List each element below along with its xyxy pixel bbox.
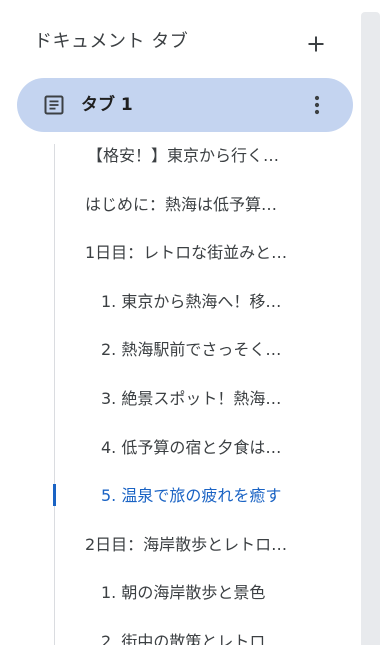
panel-title: ドキュメント タブ <box>34 31 189 52</box>
tab-item-selected[interactable]: タブ 1 <box>17 78 353 132</box>
scrollbar-thumb[interactable] <box>361 12 380 645</box>
outline-heading[interactable]: 4. 低予算の宿と夕食は… <box>101 432 281 464</box>
outline-heading[interactable]: 2日目：海岸散歩とレトロ… <box>85 529 287 561</box>
outline-guide-line <box>54 144 55 645</box>
add-tab-button[interactable] <box>300 28 332 60</box>
active-heading-marker <box>53 484 56 506</box>
outline-heading[interactable]: 2. 熱海駅前でさっそく… <box>101 334 281 366</box>
outline-heading[interactable]: 3. 絶景スポット！熱海… <box>101 383 281 415</box>
outline-heading[interactable]: 1. 朝の海岸散歩と景色 <box>101 577 265 609</box>
add-icon <box>308 36 324 52</box>
panel-header: ドキュメント タブ <box>0 0 356 86</box>
outline-heading[interactable]: 1日目：レトロな街並みと… <box>85 237 287 269</box>
document-icon <box>44 95 64 115</box>
outline-heading[interactable]: はじめに：熱海は低予算… <box>85 189 277 221</box>
document-tabs-panel: ドキュメント タブ タブ 1 【格安！】東京から行く… はじめに：熱海は低予算… 1… <box>0 0 384 645</box>
more-vert-icon <box>314 95 320 115</box>
outline-heading[interactable]: 1. 東京から熱海へ！移… <box>101 286 281 318</box>
tab-label: タブ 1 <box>81 95 133 115</box>
outline-heading[interactable]: 2. 街中の散策とレトロ… <box>101 626 281 645</box>
outline-heading-active[interactable]: 5. 温泉で旅の疲れを癒す <box>101 480 281 512</box>
outline-heading[interactable]: 【格安！】東京から行く… <box>87 140 279 172</box>
tab-more-button[interactable] <box>301 89 333 121</box>
